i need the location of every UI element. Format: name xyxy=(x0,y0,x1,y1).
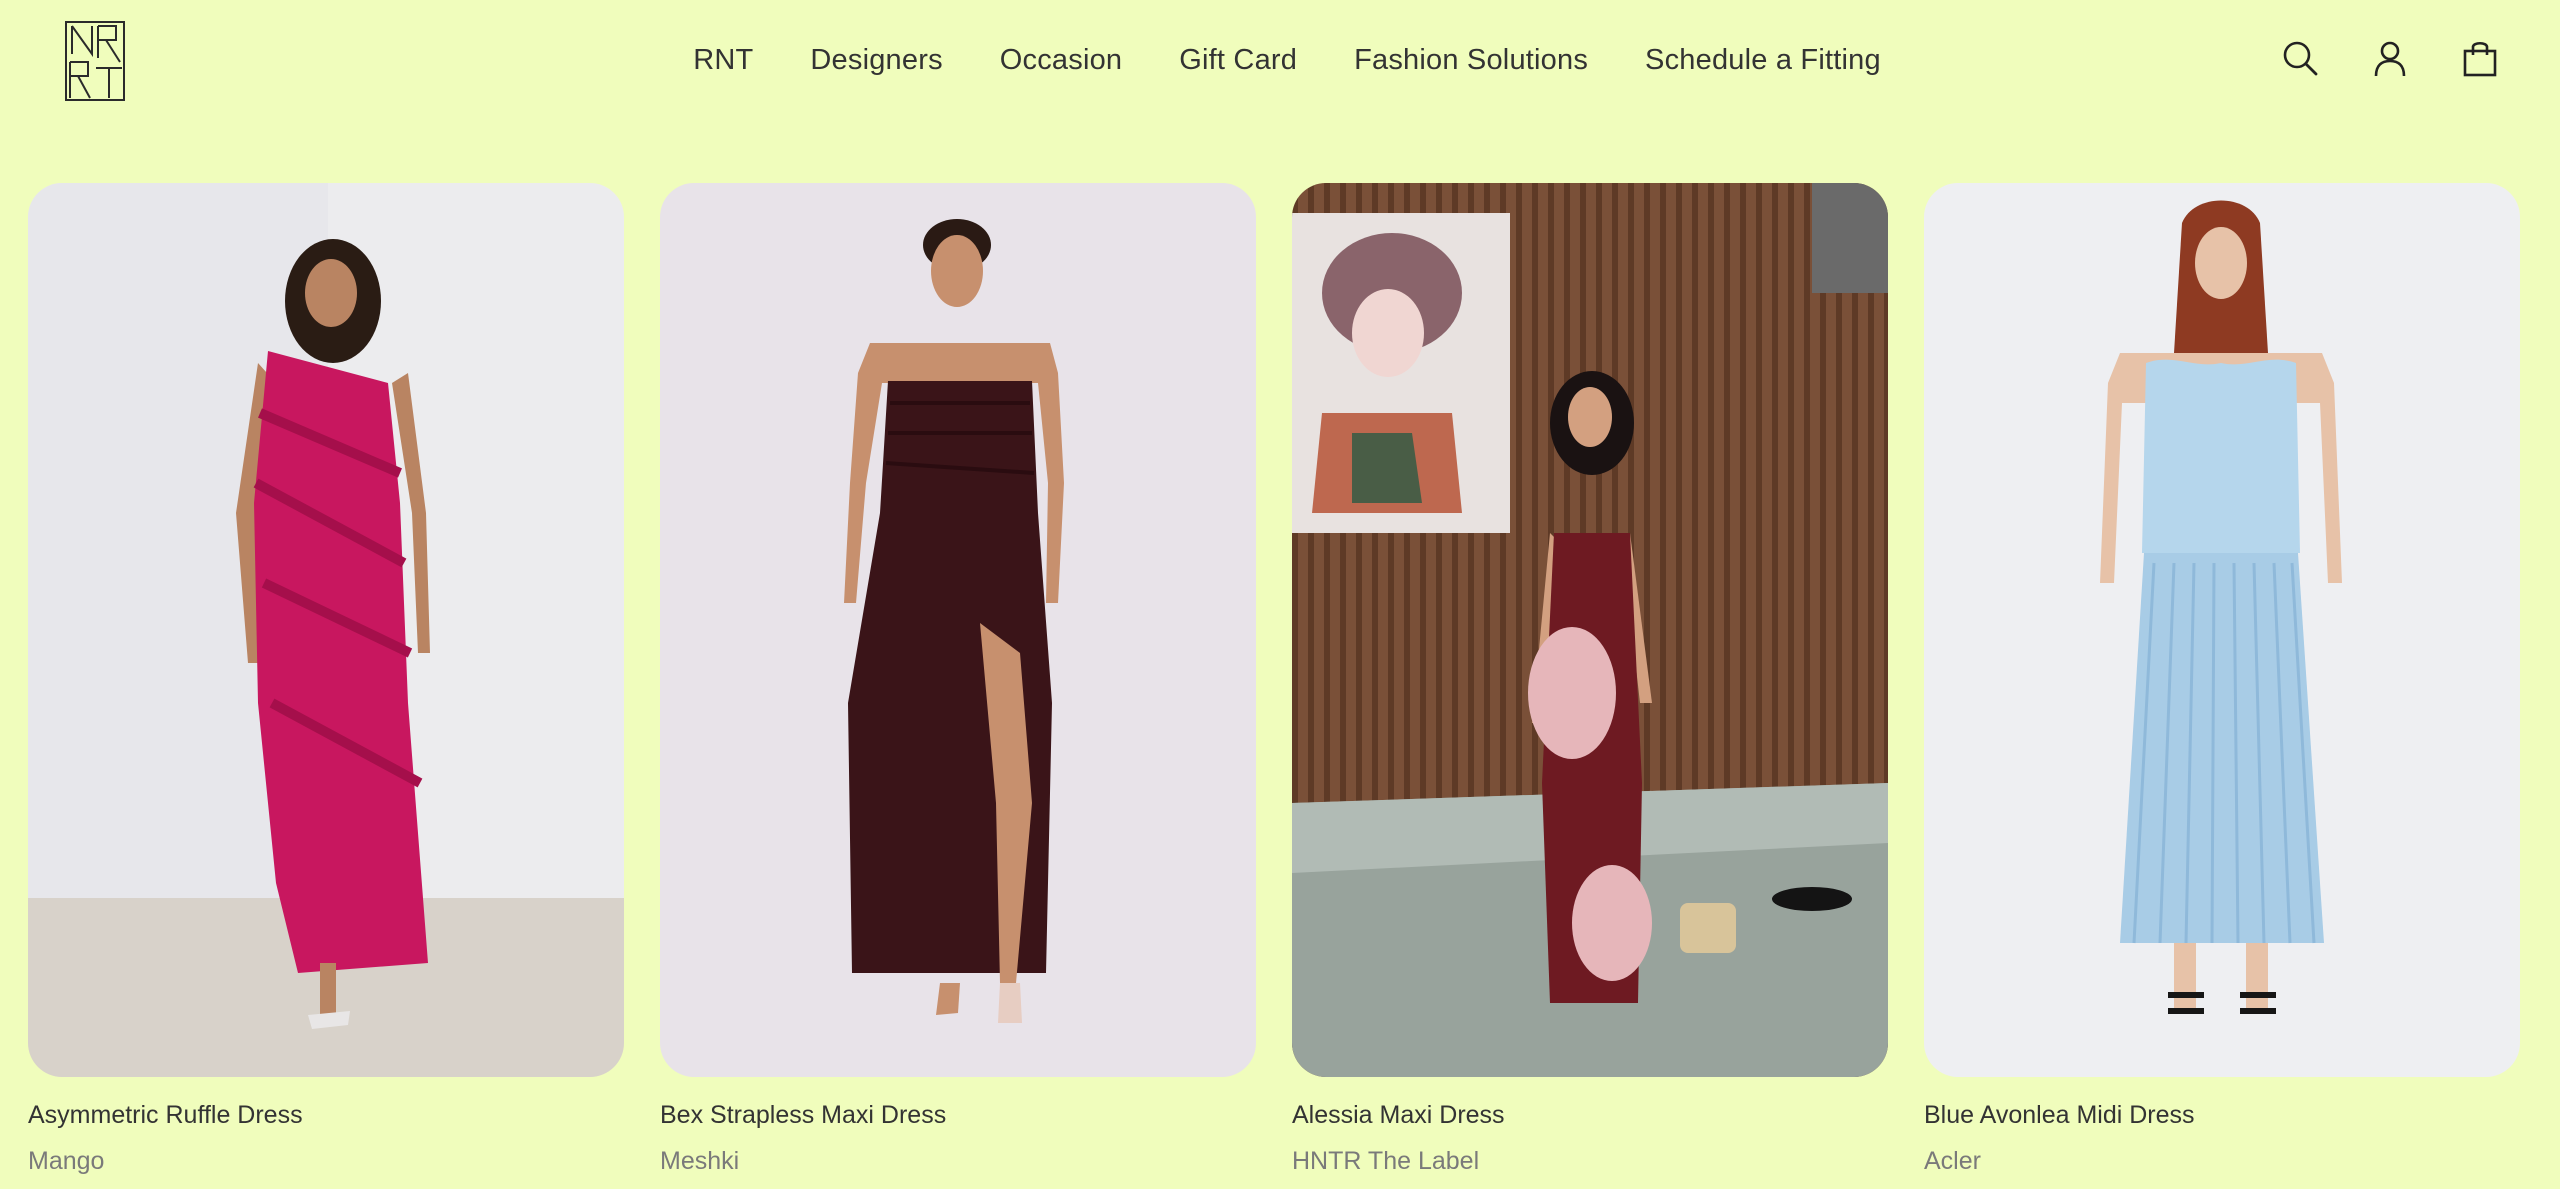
product-image[interactable] xyxy=(28,183,624,1077)
product-brand[interactable]: Acler xyxy=(1924,1145,2520,1177)
nav-schedule-fitting[interactable]: Schedule a Fitting xyxy=(1645,38,1881,82)
product-title[interactable]: Blue Avonlea Midi Dress xyxy=(1924,1099,2520,1131)
product-brand[interactable]: HNTR The Label xyxy=(1292,1145,1888,1177)
site-header: RNT Designers Occasion Gift Card Fashion… xyxy=(0,0,2560,120)
product-image[interactable] xyxy=(1924,183,2520,1077)
account-icon xyxy=(2374,41,2406,77)
search-icon xyxy=(2283,41,2318,76)
product-card[interactable]: Alessia Maxi Dress HNTR The Label xyxy=(1292,183,1888,1177)
header-actions xyxy=(2280,36,2500,80)
nav-gift-card[interactable]: Gift Card xyxy=(1179,38,1297,82)
product-card[interactable]: Asymmetric Ruffle Dress Mango xyxy=(28,183,624,1177)
search-button[interactable] xyxy=(2280,36,2320,80)
product-title[interactable]: Alessia Maxi Dress xyxy=(1292,1099,1888,1131)
main-nav: RNT Designers Occasion Gift Card Fashion… xyxy=(0,38,2560,82)
nav-occasion[interactable]: Occasion xyxy=(1000,38,1123,82)
cart-icon xyxy=(2463,41,2497,77)
product-image[interactable] xyxy=(1292,183,1888,1077)
page: RNT Designers Occasion Gift Card Fashion… xyxy=(0,0,2560,1189)
product-grid: Asymmetric Ruffle Dress Mango Bex Strapl… xyxy=(28,183,2520,1177)
account-button[interactable] xyxy=(2370,36,2410,80)
product-card[interactable]: Blue Avonlea Midi Dress Acler xyxy=(1924,183,2520,1177)
nav-designers[interactable]: Designers xyxy=(810,38,942,82)
product-brand[interactable]: Mango xyxy=(28,1145,624,1177)
product-brand[interactable]: Meshki xyxy=(660,1145,1256,1177)
product-card[interactable]: Bex Strapless Maxi Dress Meshki xyxy=(660,183,1256,1177)
nav-fashion-solutions[interactable]: Fashion Solutions xyxy=(1354,38,1588,82)
product-image[interactable] xyxy=(660,183,1256,1077)
product-title[interactable]: Asymmetric Ruffle Dress xyxy=(28,1099,624,1131)
product-title[interactable]: Bex Strapless Maxi Dress xyxy=(660,1099,1256,1131)
nav-rnt[interactable]: RNT xyxy=(693,38,753,82)
cart-button[interactable] xyxy=(2460,36,2500,80)
